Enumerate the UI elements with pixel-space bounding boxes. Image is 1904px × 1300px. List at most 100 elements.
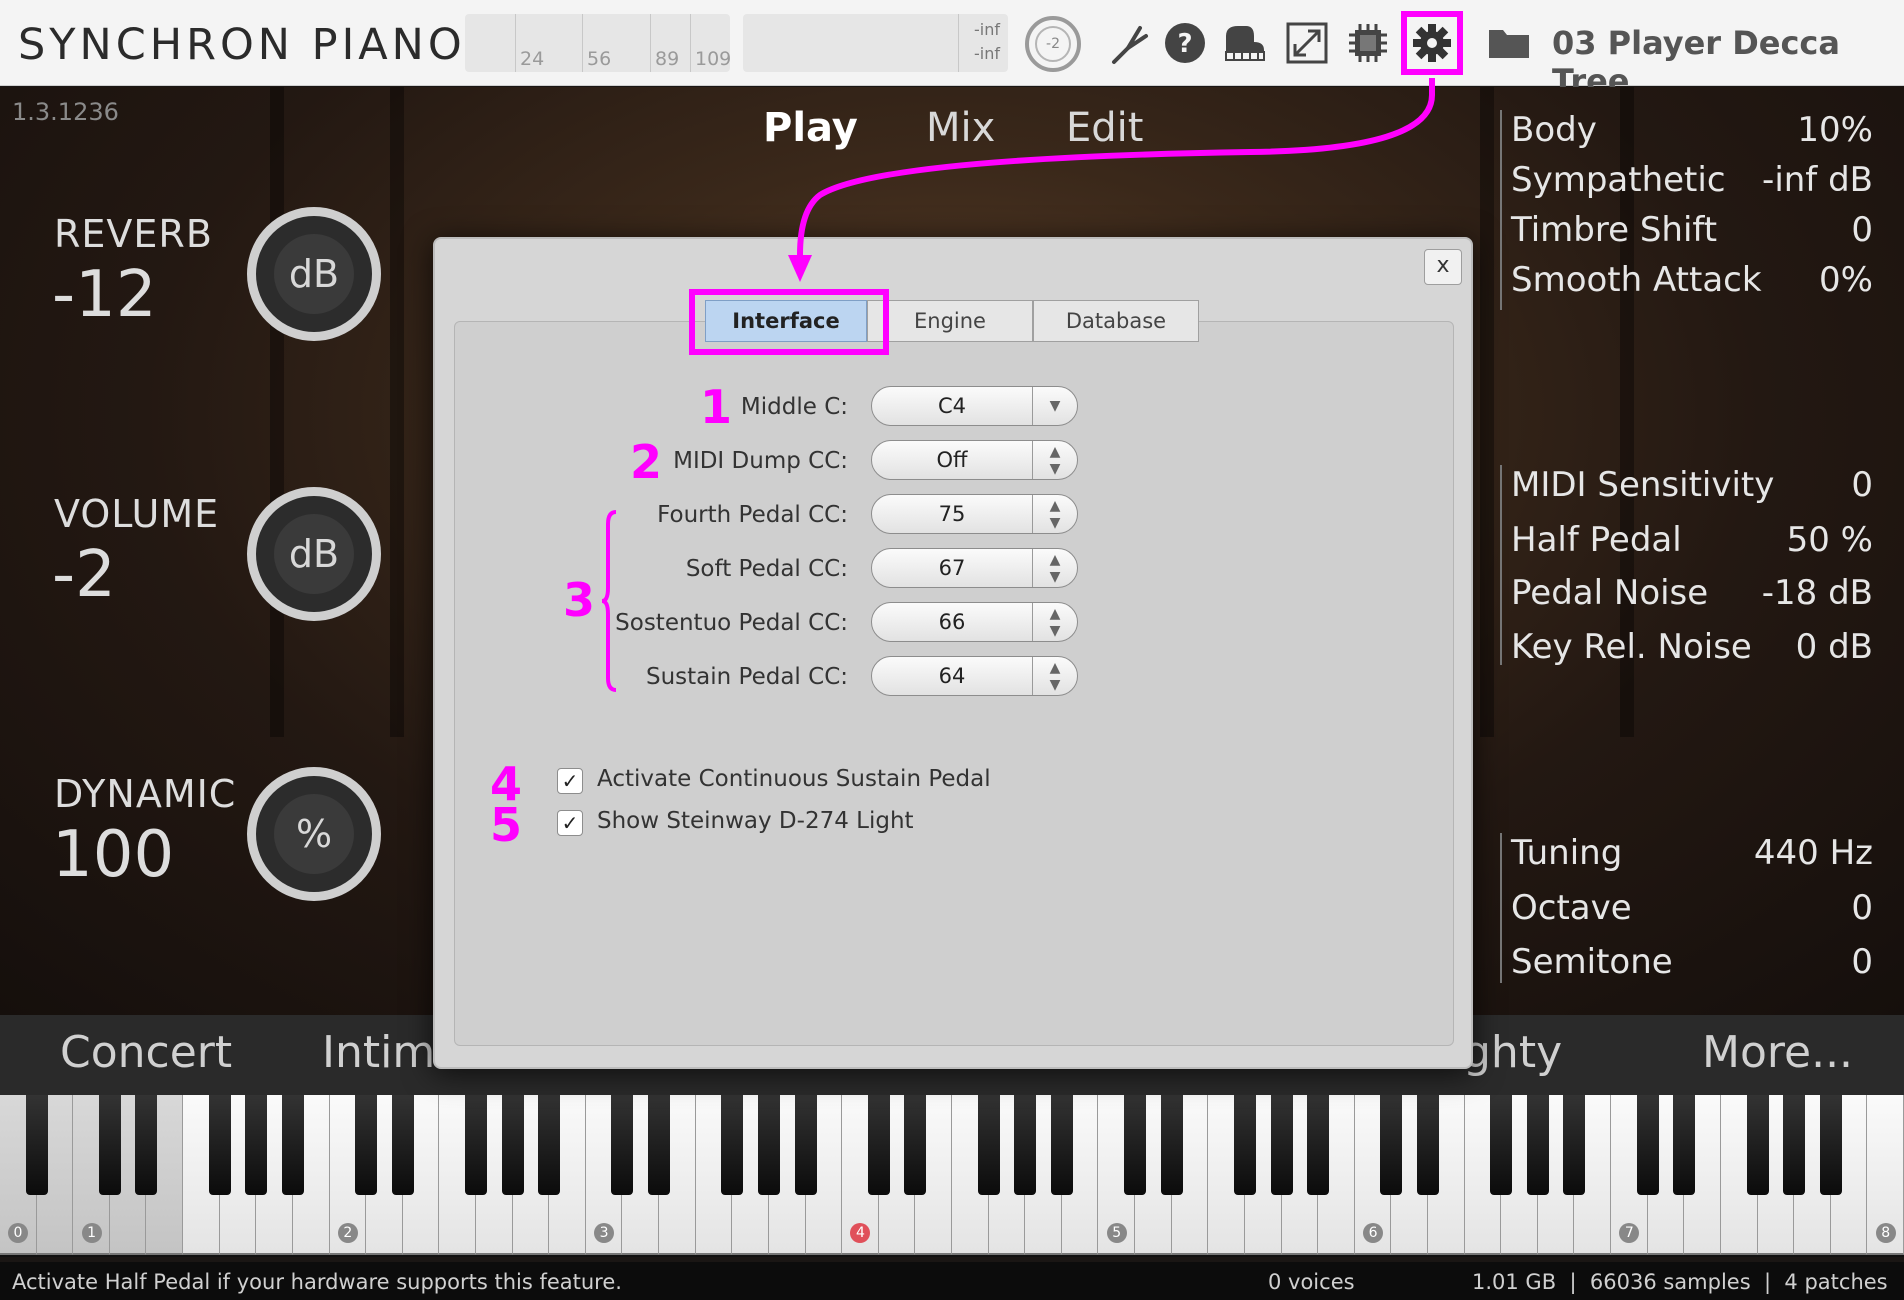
black-key[interactable] xyxy=(465,1095,487,1195)
black-key[interactable] xyxy=(721,1095,744,1195)
rp-value: -inf dB xyxy=(1762,160,1873,200)
master-volume-knob[interactable]: -2 xyxy=(1025,16,1081,72)
level-left: -inf xyxy=(974,20,1000,39)
dynamic-knob[interactable]: % xyxy=(247,767,381,901)
level-separator xyxy=(958,14,959,72)
hall-pillar xyxy=(390,87,404,737)
hall-pillar xyxy=(270,87,284,737)
black-key[interactable] xyxy=(281,1095,304,1195)
cpu-icon[interactable] xyxy=(1343,18,1393,68)
sostenuto-pedal-stepper[interactable]: 66 ▲ ▼ xyxy=(871,602,1078,642)
black-key[interactable] xyxy=(245,1095,268,1195)
resize-icon[interactable] xyxy=(1282,18,1332,68)
black-key[interactable] xyxy=(1160,1095,1183,1195)
tab-database[interactable]: Database xyxy=(1033,300,1199,342)
black-key[interactable] xyxy=(1819,1095,1842,1195)
version-label: 1.3.1236 xyxy=(12,98,119,126)
tab-edit[interactable]: Edit xyxy=(1066,105,1143,151)
black-key[interactable] xyxy=(611,1095,634,1195)
help-icon[interactable]: ? xyxy=(1160,18,1210,68)
midi-dump-stepper[interactable]: Off ▲ ▼ xyxy=(871,440,1078,480)
soft-pedal-stepper[interactable]: 67 ▲ ▼ xyxy=(871,548,1078,588)
fourth-pedal-stepper[interactable]: 75 ▲ ▼ xyxy=(871,494,1078,534)
octave-label: 5 xyxy=(1106,1223,1127,1243)
hall-pillar xyxy=(1480,87,1494,737)
preset-item[interactable]: Concert xyxy=(60,1027,232,1078)
preset-item[interactable]: Intim xyxy=(322,1027,435,1078)
stepper-arrows-icon[interactable]: ▲ ▼ xyxy=(1033,549,1077,587)
piano-keyboard[interactable]: 012345678 xyxy=(0,1095,1904,1257)
tuning-fork-icon[interactable] xyxy=(1104,18,1154,68)
black-key[interactable] xyxy=(757,1095,780,1195)
rp-name: Key Rel. Noise xyxy=(1511,627,1752,667)
show-steinway-checkbox[interactable]: ✓ xyxy=(557,810,583,836)
black-key[interactable] xyxy=(208,1095,231,1195)
black-key[interactable] xyxy=(977,1095,1000,1195)
black-key[interactable] xyxy=(1380,1095,1403,1195)
black-key[interactable] xyxy=(1490,1095,1513,1195)
master-volume-value: -2 xyxy=(1035,26,1071,62)
rp-value: -18 dB xyxy=(1761,573,1873,613)
piano-icon[interactable] xyxy=(1220,18,1270,68)
stepper-arrows-icon[interactable]: ▲ ▼ xyxy=(1033,603,1077,641)
volume-value: -2 xyxy=(52,538,116,612)
black-key[interactable] xyxy=(355,1095,378,1195)
black-key[interactable] xyxy=(135,1095,158,1195)
volume-unit: dB xyxy=(274,514,354,594)
black-key[interactable] xyxy=(1270,1095,1293,1195)
black-key[interactable] xyxy=(25,1095,48,1195)
black-key[interactable] xyxy=(1014,1095,1037,1195)
black-key[interactable] xyxy=(391,1095,414,1195)
app-window: SYNCHRON PIANOS 24 56 89 109 -inf -inf -… xyxy=(0,0,1904,1300)
tab-mix[interactable]: Mix xyxy=(926,105,995,151)
stepper-arrows-icon[interactable]: ▲ ▼ xyxy=(1033,441,1077,479)
black-key[interactable] xyxy=(648,1095,671,1195)
midi-tick: 109 xyxy=(690,14,731,72)
dynamic-value: 100 xyxy=(52,818,175,892)
reverb-knob[interactable]: dB xyxy=(247,207,381,341)
midi-tick: 24 xyxy=(515,14,544,72)
black-key[interactable] xyxy=(501,1095,524,1195)
volume-label: VOLUME xyxy=(54,492,220,536)
soft-pedal-value: 67 xyxy=(938,556,966,580)
black-key[interactable] xyxy=(1746,1095,1769,1195)
more-presets-button[interactable]: More... xyxy=(1702,1027,1853,1078)
preset-item[interactable]: ghty xyxy=(1463,1027,1562,1078)
stepper-arrows-icon[interactable]: ▲ ▼ xyxy=(1033,495,1077,533)
tab-engine[interactable]: Engine xyxy=(867,300,1033,342)
volume-knob[interactable]: dB xyxy=(247,487,381,621)
folder-icon[interactable] xyxy=(1484,18,1534,68)
sustain-pedal-stepper[interactable]: 64 ▲ ▼ xyxy=(871,656,1078,696)
black-key[interactable] xyxy=(794,1095,817,1195)
black-key[interactable] xyxy=(1050,1095,1073,1195)
octave-label: 2 xyxy=(337,1223,358,1243)
chevron-down-icon: ▼ xyxy=(1049,398,1061,414)
rp-name: MIDI Sensitivity xyxy=(1511,465,1775,505)
black-key[interactable] xyxy=(1636,1095,1659,1195)
black-key[interactable] xyxy=(1124,1095,1147,1195)
annotation-number: 1 xyxy=(700,380,733,434)
sostenuto-pedal-value: 66 xyxy=(938,610,966,634)
stepper-arrows-icon[interactable]: ▲ ▼ xyxy=(1033,657,1077,695)
continuous-sustain-checkbox[interactable]: ✓ xyxy=(557,768,583,794)
annotation-number: 5 xyxy=(490,798,523,852)
rp-value: 10% xyxy=(1797,110,1873,150)
black-key[interactable] xyxy=(1563,1095,1586,1195)
rp-value: 0% xyxy=(1819,260,1873,300)
close-button[interactable]: x xyxy=(1424,249,1462,285)
black-key[interactable] xyxy=(904,1095,927,1195)
rp-name: Timbre Shift xyxy=(1511,210,1718,250)
black-key[interactable] xyxy=(1783,1095,1806,1195)
black-key[interactable] xyxy=(1673,1095,1696,1195)
tab-play[interactable]: Play xyxy=(763,105,858,151)
middle-c-dropdown[interactable]: C4 ▼ xyxy=(871,386,1078,426)
status-bar: Activate Half Pedal if your hardware sup… xyxy=(0,1262,1904,1300)
black-key[interactable] xyxy=(538,1095,561,1195)
black-key[interactable] xyxy=(867,1095,890,1195)
rp-name: Smooth Attack xyxy=(1511,260,1762,300)
black-key[interactable] xyxy=(1307,1095,1330,1195)
black-key[interactable] xyxy=(98,1095,121,1195)
black-key[interactable] xyxy=(1417,1095,1439,1195)
black-key[interactable] xyxy=(1526,1095,1549,1195)
black-key[interactable] xyxy=(1233,1095,1256,1195)
